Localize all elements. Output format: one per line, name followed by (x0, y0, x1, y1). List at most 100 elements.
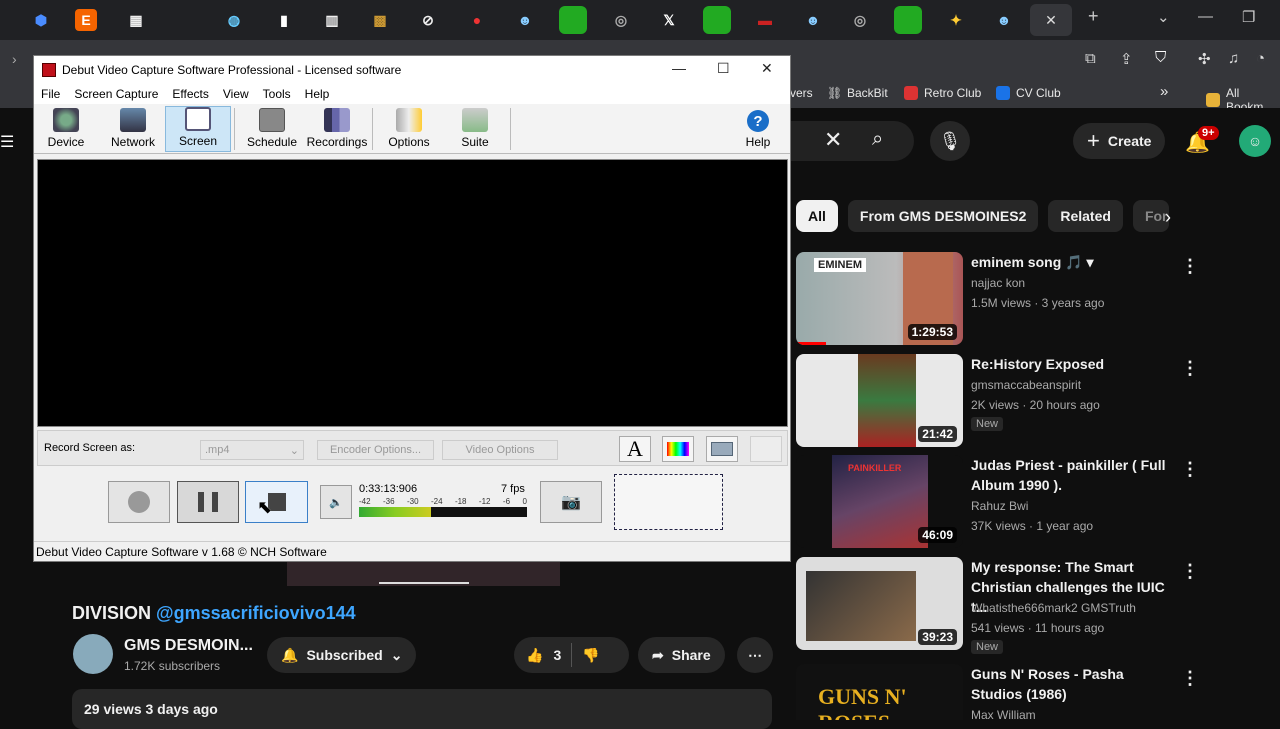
menu-tools[interactable]: Tools (256, 87, 298, 101)
channel-avatar[interactable] (73, 634, 113, 674)
encoder-options-button[interactable]: Encoder Options... (317, 440, 434, 460)
tab-favicon-bank-icon[interactable]: ▥ (318, 6, 346, 34)
video-title[interactable]: Re:History Exposed (971, 354, 1176, 374)
more-actions-icon[interactable]: ⋮ (1181, 561, 1199, 582)
toolbar-screen-button[interactable]: Screen (165, 106, 231, 152)
stop-button[interactable] (245, 481, 308, 523)
snapshot-button[interactable]: 📷 (540, 481, 602, 523)
forward-icon[interactable]: › (12, 51, 17, 67)
video-thumbnail[interactable]: EMINEM 1:29:53 (796, 252, 963, 345)
cast-icon[interactable]: ⧉ (1085, 50, 1096, 67)
minimize-button[interactable]: — (672, 60, 686, 76)
share-icon[interactable]: ⇪ (1120, 50, 1133, 68)
volume-button[interactable]: 🔈 (320, 485, 352, 519)
channel-name[interactable]: GMS DESMOIN... (124, 637, 253, 655)
channel-handle-link[interactable]: @gmssacrificiovivo144 (156, 603, 356, 623)
format-select[interactable]: .mp4 ⌄ (200, 440, 304, 460)
selection-area-preview[interactable] (614, 474, 723, 530)
video-thumbnail[interactable]: GUNS N' ROSES (796, 664, 963, 720)
chip-related[interactable]: Related (1048, 200, 1123, 232)
record-button[interactable] (108, 481, 170, 523)
toolbar-help-button[interactable]: ? Help (738, 106, 778, 152)
video-title[interactable]: Judas Priest - painkiller ( Full Album 1… (971, 455, 1176, 495)
video-channel[interactable]: gmsmaccabeanspirit (971, 376, 1081, 394)
tab-favicon-circle-icon[interactable]: ◎ (607, 6, 635, 34)
tab-favicon-doc-icon[interactable]: ▮ (270, 6, 298, 34)
menu-effects[interactable]: Effects (165, 87, 215, 101)
video-thumbnail[interactable]: 39:23 (796, 557, 963, 650)
tab-favicon-profile-icon[interactable]: ☻ (511, 6, 539, 34)
menu-help[interactable]: Help (298, 87, 337, 101)
tab-favicon-red-icon[interactable]: ● (463, 6, 491, 34)
share-button[interactable]: ➦ Share (638, 637, 725, 673)
brave-shield-icon[interactable]: ⛉ (1155, 49, 1166, 66)
text-overlay-button[interactable]: A (619, 436, 651, 462)
dislike-icon[interactable]: 👎 (582, 647, 599, 664)
video-options-button[interactable]: Video Options (442, 440, 558, 460)
restore-button[interactable]: ❐ (1242, 8, 1255, 26)
wallet-icon[interactable]: ◔ (1256, 50, 1265, 67)
color-settings-button[interactable] (662, 436, 694, 462)
tab-favicon-image-icon[interactable]: ▩ (366, 6, 394, 34)
toolbar-network-button[interactable]: Network (102, 106, 164, 152)
menu-file[interactable]: File (34, 87, 67, 101)
toolbar-device-button[interactable]: Device (42, 106, 90, 152)
toolbar-options-button[interactable]: Options (381, 106, 437, 152)
toolbar-suite-button[interactable]: Suite (452, 106, 498, 152)
clear-search-icon[interactable]: ✕ (824, 127, 842, 153)
chip-for-you[interactable]: For (1132, 200, 1169, 232)
bookmark-item[interactable]: vers (790, 86, 813, 100)
bookmark-item[interactable]: ⛓ BackBit (827, 86, 888, 100)
tab-favicon-green-icon[interactable] (559, 6, 587, 34)
tab-favicon-profile-icon-3[interactable]: ☻ (990, 6, 1018, 34)
tab-favicon-green-icon-2[interactable] (703, 6, 731, 34)
tab-favicon-archive-icon[interactable]: ▦ (122, 6, 150, 34)
tab-favicon-profile-icon-2[interactable]: ☻ (799, 6, 827, 34)
related-video[interactable]: 39:23 My response: The Smart Christian c… (796, 557, 1266, 654)
hamburger-menu-icon[interactable]: ☰ (0, 132, 14, 152)
tab-favicon-star-icon[interactable]: ✦ (942, 6, 970, 34)
minimize-button[interactable]: — (1198, 8, 1213, 25)
video-channel[interactable]: Rahuz Bwi (971, 497, 1028, 515)
more-actions-icon[interactable]: ⋮ (1181, 668, 1199, 689)
active-tab-close-button[interactable]: ✕ (1030, 4, 1072, 36)
related-video[interactable]: 21:42 Re:History Exposed gmsmaccabeanspi… (796, 354, 1266, 449)
video-channel[interactable]: Max William (971, 706, 1036, 724)
video-thumbnail[interactable]: PAINKILLER 46:09 (796, 455, 963, 548)
more-bookmarks-button[interactable]: » (1160, 83, 1168, 100)
bookmark-item[interactable]: CV Club (996, 86, 1061, 100)
tab-favicon-circle-icon-2[interactable]: ◎ (846, 6, 874, 34)
menu-screen-capture[interactable]: Screen Capture (67, 87, 165, 101)
toolbar-schedule-button[interactable]: Schedule (241, 106, 303, 152)
search-icon[interactable]: ⌕ (872, 128, 883, 151)
related-video[interactable]: EMINEM 1:29:53 eminem song 🎵 ▾ najjac ko… (796, 252, 1266, 347)
description-box[interactable]: 29 views 3 days ago (72, 689, 772, 729)
related-video[interactable]: PAINKILLER 46:09 Judas Priest - painkill… (796, 455, 1266, 550)
new-tab-button[interactable]: + (1088, 6, 1099, 27)
like-icon[interactable]: 👍 (526, 647, 543, 664)
chip-all[interactable]: All (796, 200, 838, 232)
tab-favicon-video-icon[interactable]: ▬ (751, 6, 779, 34)
avatar[interactable]: ☺ (1239, 125, 1271, 157)
toolbar-recordings-button[interactable]: Recordings (304, 106, 370, 152)
create-button[interactable]: + Create (1073, 123, 1166, 159)
close-button[interactable]: ✕ (761, 60, 773, 77)
related-video[interactable]: GUNS N' ROSES Guns N' Roses - Pasha Stud… (796, 664, 1266, 722)
tab-favicon-etsy-icon[interactable]: E (75, 9, 97, 31)
bookmark-item[interactable]: Retro Club (904, 86, 981, 100)
video-channel[interactable]: Whatisthe666mark2 GMSTruth (971, 599, 1136, 617)
chip-from-channel[interactable]: From GMS DESMOINES2 (847, 200, 1039, 232)
more-actions-icon[interactable]: ⋮ (1181, 358, 1199, 379)
tab-favicon-x-icon[interactable]: 𝕏 (655, 6, 683, 34)
video-channel[interactable]: najjac kon (971, 274, 1025, 292)
music-icon[interactable]: ♫ (1228, 50, 1239, 67)
video-thumbnail[interactable]: 21:42 (796, 354, 963, 447)
effects-button[interactable] (706, 436, 738, 462)
tab-favicon-compass-icon[interactable]: ⊘ (414, 6, 442, 34)
menu-view[interactable]: View (216, 87, 256, 101)
tab-favicon-globe-icon[interactable]: ◍ (220, 6, 248, 34)
tab-search-chevron-icon[interactable]: ⌄ (1157, 8, 1170, 26)
pause-button[interactable] (177, 481, 239, 523)
more-actions-icon[interactable]: ⋮ (1181, 256, 1199, 277)
voice-search-icon[interactable]: 🎙 (930, 121, 970, 161)
